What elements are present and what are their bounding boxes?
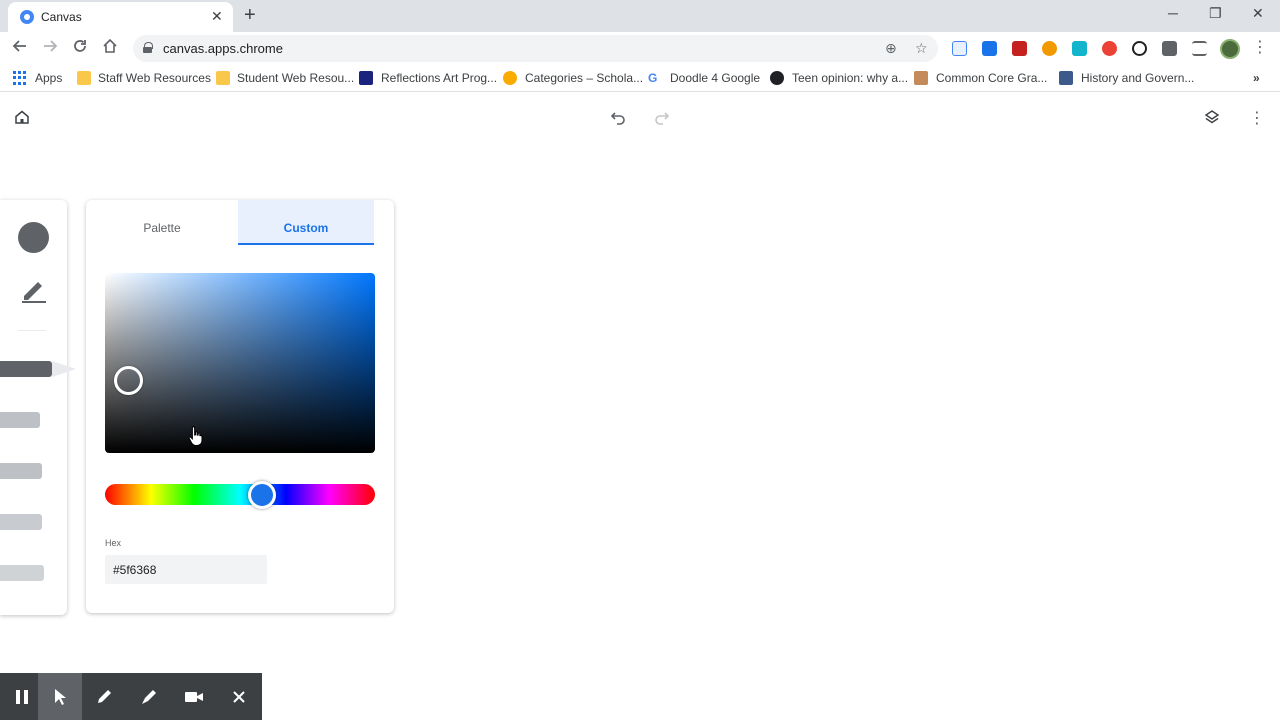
- apps-grid-icon: [13, 71, 27, 85]
- pencil-tool-icon[interactable]: [0, 361, 52, 377]
- categories-icon: [503, 71, 517, 85]
- extension-target-icon[interactable]: [1132, 41, 1147, 56]
- canvas-app: ⋮ Palette Custom Hex: [0, 93, 1280, 720]
- common-core-icon: [914, 71, 928, 85]
- tab-custom[interactable]: Custom: [238, 200, 374, 245]
- reflections-icon: [359, 71, 373, 85]
- bookmark-reflections-art[interactable]: Reflections Art Prog...: [381, 71, 497, 85]
- more-bookmarks-icon[interactable]: »: [1253, 71, 1260, 85]
- bookmark-star-icon[interactable]: ☆: [915, 40, 928, 56]
- extensions-puzzle-icon[interactable]: [1162, 41, 1177, 56]
- screen-recorder-toolbar: [0, 673, 262, 720]
- pointer-icon[interactable]: [38, 673, 82, 720]
- reading-list-icon[interactable]: [1192, 41, 1207, 56]
- bookmark-staff-web-resources[interactable]: Staff Web Resources: [98, 71, 211, 85]
- bookmark-common-core[interactable]: Common Core Gra...: [936, 71, 1047, 85]
- teen-opinion-icon: [770, 71, 784, 85]
- tool-rail: [0, 200, 76, 615]
- extension-fox-icon[interactable]: [1042, 41, 1057, 56]
- browser-tab[interactable]: Canvas ✕: [8, 2, 233, 32]
- tab-strip: Canvas ✕ + ─ ❐ ✕: [0, 0, 1280, 32]
- browser-toolbar: canvas.apps.chrome ⊕ ☆ ⋮: [0, 32, 1280, 65]
- bookmarks-bar: Apps Staff Web Resources Student Web Res…: [0, 65, 1280, 92]
- highlighter-icon[interactable]: [127, 673, 171, 720]
- restore-icon[interactable]: ❐: [1209, 5, 1222, 21]
- camera-icon[interactable]: [172, 673, 216, 720]
- pen-tool-icon[interactable]: [0, 412, 40, 428]
- history-icon: [1059, 71, 1073, 85]
- bookmark-doodle-4-google[interactable]: Doodle 4 Google: [670, 71, 760, 85]
- forward-icon[interactable]: [40, 38, 60, 58]
- layers-icon[interactable]: [1202, 109, 1222, 129]
- google-icon: G: [648, 71, 658, 85]
- hue-slider-handle[interactable]: [248, 481, 276, 509]
- profile-avatar[interactable]: [1220, 39, 1240, 59]
- bookmark-apps[interactable]: Apps: [35, 71, 62, 85]
- edit-pencil-icon[interactable]: [20, 278, 48, 304]
- folder-icon: [216, 71, 230, 85]
- close-tab-icon[interactable]: ✕: [211, 8, 223, 24]
- pen-icon[interactable]: [82, 673, 126, 720]
- tab-title: Canvas: [41, 10, 82, 24]
- home-icon[interactable]: [100, 38, 120, 58]
- saturation-value-area[interactable]: [105, 273, 375, 453]
- extension-record-icon[interactable]: [1102, 41, 1117, 56]
- hex-input[interactable]: [105, 555, 267, 584]
- back-icon[interactable]: [10, 38, 30, 58]
- new-tab-icon[interactable]: +: [244, 4, 256, 26]
- close-recorder-icon[interactable]: [217, 673, 261, 720]
- url-text: canvas.apps.chrome: [163, 41, 283, 56]
- close-window-icon[interactable]: ✕: [1252, 5, 1264, 21]
- extension-screencast-icon[interactable]: [1072, 41, 1087, 56]
- home-icon[interactable]: [12, 109, 32, 129]
- eraser-tool-icon[interactable]: [0, 565, 44, 581]
- undo-icon[interactable]: [608, 109, 628, 129]
- install-app-icon[interactable]: ⊕: [885, 40, 897, 56]
- redo-icon[interactable]: [652, 109, 672, 129]
- hex-label: Hex: [105, 538, 122, 548]
- reload-icon[interactable]: [70, 38, 90, 58]
- saturation-value-handle[interactable]: [114, 366, 143, 395]
- folder-icon: [77, 71, 91, 85]
- color-picker-panel: Palette Custom Hex: [86, 200, 394, 613]
- chalk-tool-icon[interactable]: [0, 514, 42, 530]
- bookmark-student-web-resources[interactable]: Student Web Resou...: [237, 71, 354, 85]
- lock-icon: [143, 42, 153, 53]
- app-menu-icon[interactable]: ⋮: [1247, 109, 1267, 129]
- pencil-tip-icon: [52, 361, 76, 377]
- canvas-favicon-icon: [20, 10, 34, 24]
- current-color-swatch[interactable]: [18, 222, 49, 253]
- minimize-icon[interactable]: ─: [1168, 5, 1178, 21]
- bookmark-history-government[interactable]: History and Govern...: [1081, 71, 1194, 85]
- bookmark-teen-opinion[interactable]: Teen opinion: why a...: [792, 71, 908, 85]
- marker-tool-icon[interactable]: [0, 463, 42, 479]
- hand-cursor-icon: [188, 425, 204, 447]
- chrome-menu-icon[interactable]: ⋮: [1250, 38, 1270, 58]
- hue-slider[interactable]: [105, 484, 375, 505]
- extension-print-icon[interactable]: [952, 41, 967, 56]
- extension-pdf-icon[interactable]: [1012, 41, 1027, 56]
- address-bar[interactable]: canvas.apps.chrome ⊕ ☆: [133, 35, 938, 62]
- tab-palette[interactable]: Palette: [86, 200, 238, 245]
- extension-grid-icon[interactable]: [982, 41, 997, 56]
- bookmark-categories[interactable]: Categories – Schola...: [525, 71, 643, 85]
- rail-divider: [18, 330, 46, 331]
